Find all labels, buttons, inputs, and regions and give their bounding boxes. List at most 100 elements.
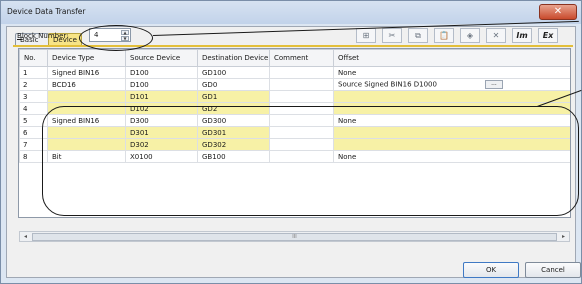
cell-device-type[interactable]: Signed BIN16 bbox=[47, 66, 126, 79]
block-number-spinner[interactable]: 4 ▲ ▼ bbox=[89, 28, 131, 42]
table-row[interactable]: 1 Signed BIN16 D100 GD100 None bbox=[19, 66, 570, 79]
cell-device-type-text: Signed BIN16 bbox=[52, 116, 100, 125]
cell-offset[interactable] bbox=[333, 90, 570, 103]
cell-offset[interactable]: Source Signed BIN16 D1000... bbox=[333, 78, 570, 91]
cell-offset[interactable] bbox=[333, 138, 570, 151]
cell-comment[interactable] bbox=[269, 66, 334, 79]
copy-icon[interactable]: ⧉ bbox=[408, 28, 428, 43]
cell-source-device-text: D300 bbox=[130, 116, 149, 125]
cell-no[interactable]: 8 bbox=[19, 150, 48, 163]
cell-destination-device[interactable]: GD2 bbox=[197, 102, 270, 115]
device-table: No. Device Type Source Device Destinatio… bbox=[19, 49, 570, 163]
column-header-no[interactable]: No. bbox=[19, 49, 48, 67]
export-icon[interactable]: Ex bbox=[538, 28, 558, 43]
cell-no[interactable]: 2 bbox=[19, 78, 48, 91]
cell-destination-device[interactable]: GD302 bbox=[197, 138, 270, 151]
cell-source-device-text: D301 bbox=[130, 128, 149, 137]
table-row[interactable]: 8 Bit X0100 GB100 None bbox=[19, 150, 570, 163]
cell-device-type[interactable] bbox=[47, 138, 126, 151]
cell-device-type[interactable] bbox=[47, 90, 126, 103]
scroll-right-icon[interactable]: ▸ bbox=[559, 233, 568, 241]
cell-destination-device[interactable]: GB100 bbox=[197, 150, 270, 163]
column-header-offset[interactable]: Offset bbox=[333, 49, 570, 67]
column-header-device-type[interactable]: Device Type bbox=[47, 49, 126, 67]
ok-button[interactable]: OK bbox=[463, 262, 519, 278]
cell-offset[interactable] bbox=[333, 102, 570, 115]
cell-no[interactable]: 6 bbox=[19, 126, 48, 139]
cell-destination-device[interactable]: GD300 bbox=[197, 114, 270, 127]
table-row[interactable]: 7 D302 GD302 bbox=[19, 138, 570, 151]
cell-device-type[interactable]: Bit bbox=[47, 150, 126, 163]
insert-row-icon[interactable]: ⊞ bbox=[356, 28, 376, 43]
cut-icon[interactable]: ✂ bbox=[382, 28, 402, 43]
cell-source-device[interactable]: D102 bbox=[125, 102, 198, 115]
cell-destination-device-text: GB100 bbox=[202, 152, 226, 161]
cell-comment[interactable] bbox=[269, 138, 334, 151]
cell-comment[interactable] bbox=[269, 90, 334, 103]
spinner-up-icon[interactable]: ▲ bbox=[121, 30, 129, 35]
cell-source-device[interactable]: D100 bbox=[125, 66, 198, 79]
active-tab-underline bbox=[13, 45, 573, 47]
scroll-thumb[interactable]: III bbox=[32, 233, 557, 241]
cell-source-device-text: D100 bbox=[130, 68, 149, 77]
cell-source-device[interactable]: X0100 bbox=[125, 150, 198, 163]
column-header-source-device[interactable]: Source Device bbox=[125, 49, 198, 67]
cell-destination-device[interactable]: GD301 bbox=[197, 126, 270, 139]
table-row[interactable]: 5 Signed BIN16 D300 GD300 None bbox=[19, 114, 570, 127]
cell-offset[interactable] bbox=[333, 126, 570, 139]
cell-no[interactable]: 1 bbox=[19, 66, 48, 79]
cell-offset[interactable]: None bbox=[333, 114, 570, 127]
cell-no[interactable]: 5 bbox=[19, 114, 48, 127]
cell-source-device[interactable]: D100 bbox=[125, 78, 198, 91]
cell-device-type[interactable]: Signed BIN16 bbox=[47, 114, 126, 127]
table-row[interactable]: 4 D102 GD2 bbox=[19, 102, 570, 115]
table-row[interactable]: 3 D101 GD1 bbox=[19, 90, 570, 103]
cell-offset-text: None bbox=[338, 152, 357, 161]
delete-icon[interactable]: ✕ bbox=[486, 28, 506, 43]
cell-offset-text: None bbox=[338, 116, 357, 125]
cell-comment[interactable] bbox=[269, 126, 334, 139]
cell-device-type[interactable] bbox=[47, 126, 126, 139]
cell-destination-device-text: GD300 bbox=[202, 116, 227, 125]
cell-source-device-text: X0100 bbox=[130, 152, 153, 161]
cell-source-device[interactable]: D101 bbox=[125, 90, 198, 103]
column-header-comment[interactable]: Comment bbox=[269, 49, 334, 67]
cell-comment[interactable] bbox=[269, 102, 334, 115]
cancel-button[interactable]: Cancel bbox=[525, 262, 581, 278]
cell-destination-device[interactable]: GD100 bbox=[197, 66, 270, 79]
cell-destination-device[interactable]: GD0 bbox=[197, 78, 270, 91]
cell-offset[interactable]: None bbox=[333, 150, 570, 163]
block-number-value[interactable]: 4 bbox=[94, 31, 98, 39]
cell-no[interactable]: 3 bbox=[19, 90, 48, 103]
cell-source-device-text: D102 bbox=[130, 104, 149, 113]
clear-icon[interactable]: ◈ bbox=[460, 28, 480, 43]
cell-device-type[interactable] bbox=[47, 102, 126, 115]
cell-no-text: 5 bbox=[23, 116, 28, 125]
cell-comment[interactable] bbox=[269, 114, 334, 127]
spinner-down-icon[interactable]: ▼ bbox=[121, 36, 129, 41]
table-row[interactable]: 6 D301 GD301 bbox=[19, 126, 570, 139]
cell-source-device[interactable]: D301 bbox=[125, 126, 198, 139]
cell-source-device[interactable]: D302 bbox=[125, 138, 198, 151]
cell-no-text: 1 bbox=[23, 68, 28, 77]
import-icon[interactable]: Im bbox=[512, 28, 532, 43]
window-title: Device Data Transfer bbox=[7, 7, 86, 16]
cell-destination-device[interactable]: GD1 bbox=[197, 90, 270, 103]
cell-device-type[interactable]: BCD16 bbox=[47, 78, 126, 91]
cell-comment[interactable] bbox=[269, 150, 334, 163]
table-row[interactable]: 2 BCD16 D100 GD0 Source Signed BIN16 D1000..… bbox=[19, 78, 570, 91]
offset-browse-button[interactable]: ... bbox=[484, 80, 503, 89]
cell-offset[interactable]: None bbox=[333, 66, 570, 79]
scroll-left-icon[interactable]: ◂ bbox=[21, 233, 30, 241]
cell-no[interactable]: 7 bbox=[19, 138, 48, 151]
cell-no-text: 2 bbox=[23, 80, 28, 89]
cell-no[interactable]: 4 bbox=[19, 102, 48, 115]
cell-source-device[interactable]: D300 bbox=[125, 114, 198, 127]
paste-icon[interactable]: 📋 bbox=[434, 28, 454, 43]
close-button[interactable]: ✕ bbox=[539, 4, 577, 20]
cell-comment[interactable] bbox=[269, 78, 334, 91]
column-header-destination-device[interactable]: Destination Device bbox=[197, 49, 270, 67]
cell-destination-device-text: GD0 bbox=[202, 80, 218, 89]
cell-no-text: 7 bbox=[23, 140, 28, 149]
horizontal-scrollbar[interactable]: ◂ III ▸ bbox=[19, 231, 570, 242]
